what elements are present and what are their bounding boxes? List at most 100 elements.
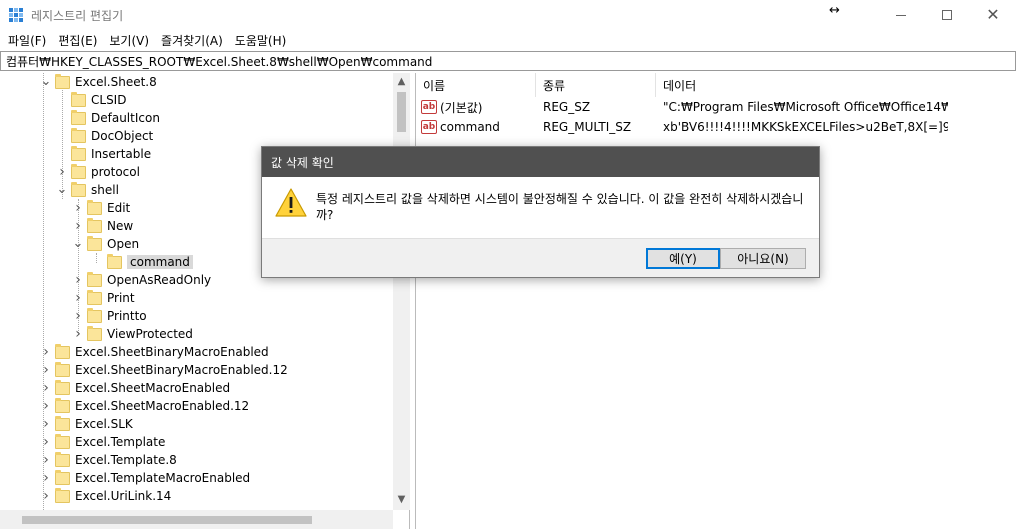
- folder-icon: [55, 361, 70, 377]
- tree-item[interactable]: › Excel.SheetMacroEnabled.12: [40, 397, 249, 415]
- title-bar: 레지스트리 편집기 ↔ ✕: [0, 0, 1016, 30]
- column-header-name[interactable]: 이름: [416, 73, 536, 97]
- tree-item[interactable]: › Print: [72, 289, 135, 307]
- chevron-right-icon[interactable]: ›: [72, 290, 84, 306]
- folder-icon: [71, 145, 86, 161]
- delete-value-confirm-dialog: 값 삭제 확인 특정 레지스트리 값을 삭제하면 시스템이 불안정해질 수 있습…: [261, 146, 820, 278]
- tree-item-label: Open: [107, 237, 140, 251]
- chevron-right-icon[interactable]: ›: [40, 344, 52, 360]
- address-bar[interactable]: 컴퓨터₩HKEY_CLASSES_ROOT₩Excel.Sheet.8₩shel…: [0, 51, 1016, 71]
- menu-help[interactable]: 도움말(H): [229, 32, 293, 49]
- value-row[interactable]: ab (기본값) REG_SZ "C:₩Program Files₩Micros…: [416, 97, 1016, 117]
- tree-item[interactable]: › Excel.SheetBinaryMacroEnabled.12: [40, 361, 288, 379]
- values-pane[interactable]: 이름 종류 데이터 ab (기본값) REG_SZ "C:₩Program Fi…: [415, 73, 1016, 529]
- chevron-right-icon[interactable]: ›: [40, 398, 52, 414]
- yes-button[interactable]: 예(Y): [646, 248, 720, 269]
- folder-icon: [55, 451, 70, 467]
- chevron-right-icon[interactable]: ›: [40, 488, 52, 504]
- tree-item-label: ViewProtected: [107, 327, 193, 341]
- tree-item[interactable]: › Excel.Template.8: [40, 451, 177, 469]
- chevron-right-icon[interactable]: ›: [72, 218, 84, 234]
- tree-item[interactable]: › protocol: [56, 163, 140, 181]
- tree-item[interactable]: ⌄ Open: [72, 235, 139, 253]
- tree-item-label: command: [127, 255, 193, 269]
- tree-item-label: Printto: [107, 309, 147, 323]
- warning-icon: [275, 188, 307, 217]
- key-tree-pane[interactable]: ⌄ Excel.Sheet.8 CLSID DefaultIcon DocObject I…: [0, 73, 410, 529]
- tree-item-label: Excel.Sheet.8: [75, 75, 157, 89]
- chevron-right-icon[interactable]: ›: [40, 434, 52, 450]
- tree-vertical-scrollbar[interactable]: ▲ ▼: [393, 73, 410, 510]
- folder-icon: [87, 289, 102, 305]
- tree-item[interactable]: command: [92, 253, 193, 271]
- tree-item[interactable]: › Excel.UriLink.14: [40, 487, 171, 505]
- chevron-right-icon[interactable]: ›: [56, 164, 68, 180]
- tree-item[interactable]: › New: [72, 217, 133, 235]
- chevron-right-icon[interactable]: ›: [40, 416, 52, 432]
- tree-item[interactable]: › Excel.SLK: [40, 415, 133, 433]
- tree-item[interactable]: CLSID: [56, 91, 126, 109]
- tree-scroll-thumb[interactable]: [397, 92, 406, 132]
- minimize-icon: [896, 14, 906, 16]
- tree-item[interactable]: ⌄ Excel.Sheet.8: [40, 73, 157, 91]
- tree-item-label: New: [107, 219, 134, 233]
- dialog-message: 특정 레지스트리 값을 삭제하면 시스템이 불안정해질 수 있습니다. 이 값을…: [316, 192, 804, 222]
- close-icon: ✕: [986, 5, 1000, 24]
- chevron-right-icon[interactable]: ›: [40, 452, 52, 468]
- chevron-down-icon[interactable]: ⌄: [56, 183, 68, 196]
- tree-item[interactable]: › Excel.SheetBinaryMacroEnabled: [40, 343, 269, 361]
- scroll-up-icon[interactable]: ▲: [393, 73, 410, 90]
- chevron-down-icon[interactable]: ⌄: [72, 237, 84, 250]
- column-header-type[interactable]: 종류: [536, 73, 656, 97]
- column-header-data[interactable]: 데이터: [656, 73, 946, 97]
- folder-icon: [87, 217, 102, 233]
- menu-edit[interactable]: 편집(E): [52, 32, 103, 49]
- chevron-right-icon[interactable]: ›: [40, 380, 52, 396]
- tree-item[interactable]: › Excel.Template: [40, 433, 165, 451]
- tree-item[interactable]: DefaultIcon: [56, 109, 160, 127]
- tree-item[interactable]: Insertable: [56, 145, 151, 163]
- menu-view[interactable]: 보기(V): [103, 32, 155, 49]
- scroll-down-icon[interactable]: ▼: [393, 491, 410, 508]
- chevron-right-icon[interactable]: ›: [40, 470, 52, 486]
- tree-item-label: Excel.TemplateMacroEnabled: [75, 471, 251, 485]
- tree-item[interactable]: › Excel.SheetMacroEnabled: [40, 379, 230, 397]
- tree-hscroll-thumb[interactable]: [22, 516, 312, 524]
- value-type: REG_MULTI_SZ: [543, 120, 632, 134]
- tree-item[interactable]: ⌄ shell: [56, 181, 119, 199]
- folder-icon: [55, 343, 70, 359]
- tree-item-label: Excel.SheetMacroEnabled.12: [75, 399, 250, 413]
- value-data: "C:₩Program Files₩Microsoft Office₩Offic…: [663, 100, 948, 114]
- close-button[interactable]: ✕: [970, 0, 1016, 30]
- value-name: (기본값): [440, 100, 483, 115]
- chevron-right-icon[interactable]: ›: [40, 362, 52, 378]
- chevron-right-icon[interactable]: ›: [72, 308, 84, 324]
- tree-item[interactable]: › Printto: [72, 307, 147, 325]
- chevron-right-icon[interactable]: ›: [72, 326, 84, 342]
- tree-item[interactable]: › ViewProtected: [72, 325, 193, 343]
- tree-item-label: DefaultIcon: [91, 111, 160, 125]
- maximize-button[interactable]: [924, 0, 970, 30]
- tree-item[interactable]: DocObject: [56, 127, 153, 145]
- resize-cursor-icon: ↔: [829, 3, 840, 18]
- tree-item-label: Excel.SheetBinaryMacroEnabled.12: [75, 363, 288, 377]
- chevron-right-icon[interactable]: ›: [72, 272, 84, 288]
- folder-icon: [71, 127, 86, 143]
- tree-item-label: Edit: [107, 201, 131, 215]
- tree-item[interactable]: › OpenAsReadOnly: [72, 271, 211, 289]
- tree-item[interactable]: › Excel.TemplateMacroEnabled: [40, 469, 250, 487]
- tree-item[interactable]: › Edit: [72, 199, 130, 217]
- no-button[interactable]: 아니요(N): [720, 248, 806, 269]
- tree-item-label: Excel.UriLink.14: [75, 489, 172, 503]
- menu-favorites[interactable]: 즐겨찾기(A): [155, 32, 229, 49]
- folder-icon: [55, 397, 70, 413]
- chevron-right-icon[interactable]: ›: [72, 200, 84, 216]
- menu-file[interactable]: 파일(F): [2, 32, 52, 49]
- folder-icon: [87, 307, 102, 323]
- folder-icon: [87, 235, 102, 251]
- chevron-down-icon[interactable]: ⌄: [40, 75, 52, 88]
- value-row[interactable]: ab command REG_MULTI_SZ xb'BV6!!!!4!!!!M…: [416, 117, 1016, 137]
- tree-horizontal-scrollbar[interactable]: [0, 510, 393, 529]
- minimize-button[interactable]: [878, 0, 924, 30]
- value-type: REG_SZ: [543, 100, 591, 114]
